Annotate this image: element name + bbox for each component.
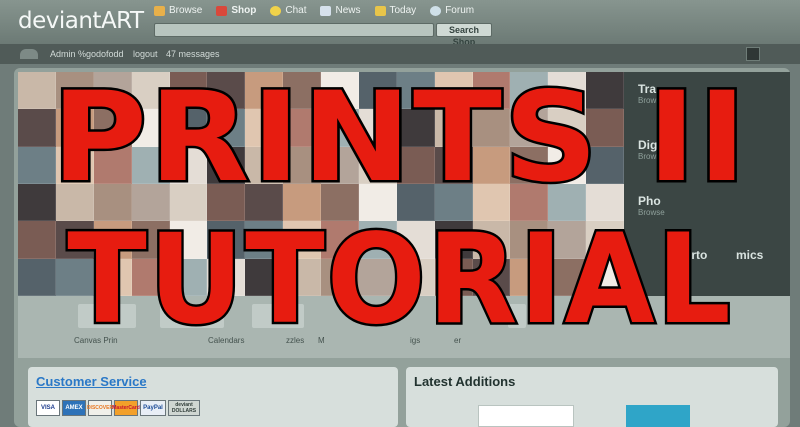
nav-shop[interactable]: Shop [216,5,256,16]
mastercard-logo: MasterCard [112,400,140,416]
deviantart-logo[interactable]: deviantART [18,8,144,34]
nav-label: News [335,5,361,16]
search-shop-button[interactable]: Search Shop [436,23,492,47]
user-bar: Admin %godofodd logout 47 messages [0,44,800,64]
paypal-logo: PayPal [140,400,166,416]
tutorial-title-line2: TUTORIAL [65,206,733,355]
tutorial-title-line1: PRINTS II [49,64,749,213]
nav-forum[interactable]: Forum [430,5,474,16]
nav-chat[interactable]: Chat [270,5,306,16]
shop-search-input[interactable] [154,23,434,37]
chat-icon [270,5,282,16]
main-nav: Browse Shop Chat News Today Forum [154,5,474,16]
nav-label: Today [389,5,417,16]
latest-item-thumb[interactable] [626,405,690,427]
top-navigation-bar: deviantART Browse Shop Chat News Today F… [0,0,800,47]
user-role: Admin [50,49,76,59]
forum-icon [430,5,442,16]
nav-label: Browse [169,5,203,16]
logout-link[interactable]: logout [133,49,158,59]
shop-icon [216,5,228,16]
customer-service-link[interactable]: Customer Service [36,374,147,389]
nav-label: Chat [285,5,307,16]
nav-browse[interactable]: Browse [154,5,202,16]
fella-icon[interactable] [20,49,38,59]
today-icon [374,5,386,16]
nav-news[interactable]: News [320,5,361,16]
status-icon[interactable] [746,47,760,61]
nav-label: Shop [231,5,257,16]
latest-additions-heading: Latest Additions [414,374,516,389]
nav-label: Forum [445,5,475,16]
discover-logo: DISCOVER [87,400,113,416]
messages-link[interactable]: 47 messages [166,49,220,59]
visa-logo: VISA [36,400,60,416]
deviant-dollars-logo: deviant DOLLARS [168,400,200,416]
news-icon [320,5,332,16]
browse-icon [154,5,165,16]
latest-item-thumb[interactable] [478,405,574,427]
username-link[interactable]: %godofodd [78,49,124,59]
amex-logo: AMEX [62,400,86,416]
nav-today[interactable]: Today [374,5,417,16]
